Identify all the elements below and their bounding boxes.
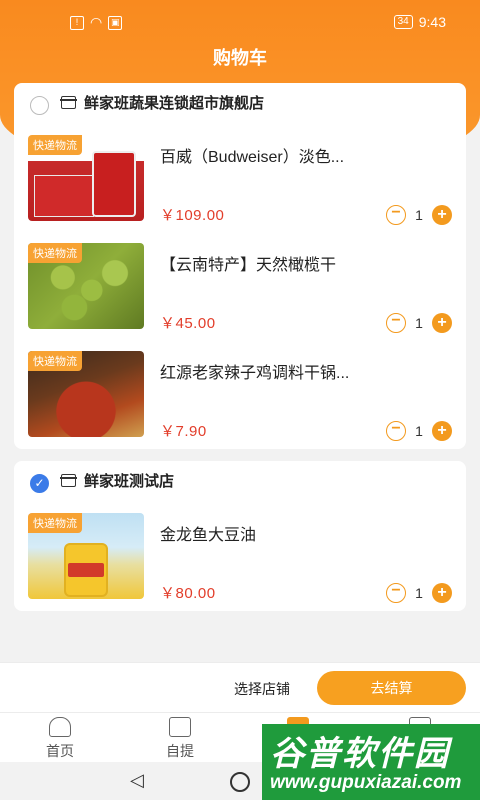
status-icons-right: 34 9:43 (393, 14, 446, 30)
watermark-url: www.gupuxiazai.com (270, 772, 462, 793)
product-image[interactable]: 快递物流 (28, 513, 144, 599)
quantity-stepper: − 1 + (386, 421, 452, 441)
increase-button[interactable]: + (432, 205, 452, 225)
home-circle-icon[interactable] (230, 772, 250, 792)
cart-item[interactable]: 快递物流 【云南特产】天然橄榄干 ￥45.00 − 1 + (14, 243, 466, 333)
decrease-button[interactable]: − (386, 205, 406, 225)
decrease-button[interactable]: − (386, 583, 406, 603)
store-name[interactable]: 鲜家班蔬果连锁超市旗舰店 (84, 92, 264, 113)
status-time: 9:43 (418, 14, 446, 30)
decrease-button[interactable]: − (386, 421, 406, 441)
cart-item[interactable]: 快递物流 红源老家辣子鸡调料干锅... ￥7.90 − 1 + (14, 351, 466, 441)
page-title: 购物车 (213, 48, 267, 68)
product-name[interactable]: 【云南特产】天然橄榄干 (160, 251, 450, 275)
quantity-value: 1 (415, 585, 423, 601)
pickup-icon (169, 717, 191, 737)
product-image[interactable]: 快递物流 (28, 351, 144, 437)
product-price: ￥45.00 (160, 315, 216, 332)
store-icon (60, 474, 77, 487)
beer-box-graphic (34, 175, 94, 217)
tab-pickup[interactable]: 自提 (140, 717, 220, 761)
quantity-stepper: − 1 + (386, 313, 452, 333)
store-icon (60, 96, 77, 109)
status-bar: ! ◠ ▣ 34 9:43 (0, 0, 480, 44)
wifi-icon: ◠ (90, 14, 103, 30)
product-name[interactable]: 金龙鱼大豆油 (160, 521, 450, 545)
battery-icon: 34 (393, 15, 413, 29)
store-name[interactable]: 鲜家班测试店 (84, 470, 174, 491)
store-card: ✓ 鲜家班测试店 快递物流 金龙鱼大豆油 ￥80.00 − 1 + (14, 461, 466, 611)
product-price: ￥7.90 (160, 423, 207, 440)
product-name[interactable]: 百威（Budweiser）淡色... (160, 143, 450, 167)
watermark-title: 谷普软件园 (270, 735, 450, 773)
alert-icon: ! (70, 15, 84, 30)
select-store-button[interactable]: 选择店铺 (234, 679, 290, 699)
quantity-stepper: − 1 + (386, 205, 452, 225)
store-header: 鲜家班蔬果连锁超市旗舰店 (14, 83, 466, 123)
quantity-value: 1 (415, 315, 423, 331)
increase-button[interactable]: + (432, 421, 452, 441)
quantity-stepper: − 1 + (386, 583, 452, 603)
shipping-tag: 快递物流 (28, 351, 82, 371)
oil-label-graphic (68, 563, 104, 577)
quantity-value: 1 (415, 207, 423, 223)
checkout-bar: 选择店铺 去结算 (0, 662, 480, 712)
shipping-tag: 快递物流 (28, 243, 82, 263)
store-card: 鲜家班蔬果连锁超市旗舰店 快递物流 百威（Budweiser）淡色... ￥10… (14, 83, 466, 449)
store-select-radio[interactable] (30, 96, 49, 115)
status-icons-left: ! ◠ ▣ (70, 14, 123, 31)
beer-can-graphic (92, 151, 136, 217)
shipping-tag: 快递物流 (28, 135, 82, 155)
store-select-radio[interactable]: ✓ (30, 474, 49, 493)
product-price: ￥109.00 (160, 207, 225, 224)
tab-label: 自提 (166, 743, 194, 759)
product-name[interactable]: 红源老家辣子鸡调料干锅... (160, 359, 450, 383)
back-icon[interactable]: ◁ (130, 770, 144, 791)
product-price: ￥80.00 (160, 585, 216, 602)
product-image[interactable]: 快递物流 (28, 135, 144, 221)
quantity-value: 1 (415, 423, 423, 439)
decrease-button[interactable]: − (386, 313, 406, 333)
home-icon (49, 717, 71, 737)
product-image[interactable]: 快递物流 (28, 243, 144, 329)
increase-button[interactable]: + (432, 583, 452, 603)
tab-home[interactable]: 首页 (20, 717, 100, 761)
store-header: ✓ 鲜家班测试店 (14, 461, 466, 501)
app-notification-icon: ▣ (108, 15, 123, 30)
shipping-tag: 快递物流 (28, 513, 82, 533)
watermark: 谷普软件园 www.gupuxiazai.com (262, 724, 480, 800)
cart-item[interactable]: 快递物流 金龙鱼大豆油 ￥80.00 − 1 + (14, 513, 466, 603)
tab-label: 首页 (46, 743, 74, 759)
cart-item[interactable]: 快递物流 百威（Budweiser）淡色... ￥109.00 − 1 + (14, 135, 466, 225)
increase-button[interactable]: + (432, 313, 452, 333)
checkout-button[interactable]: 去结算 (317, 671, 466, 705)
